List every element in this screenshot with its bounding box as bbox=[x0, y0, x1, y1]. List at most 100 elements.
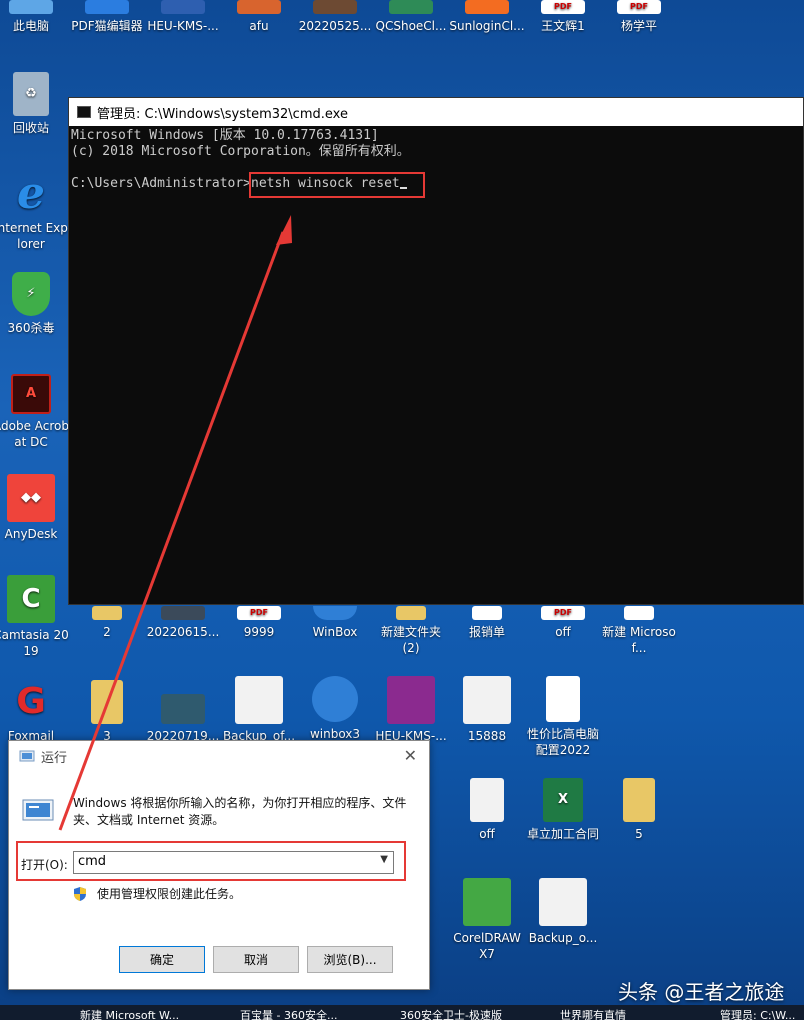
cmd-title-bar[interactable]: 管理员: C:\Windows\system32\cmd.exe bbox=[69, 98, 803, 126]
cancel-button[interactable]: 取消 bbox=[213, 946, 299, 973]
360-shield-icon: ⚡ bbox=[12, 272, 50, 316]
desktop-icon[interactable]: 5 bbox=[601, 778, 677, 842]
run-dialog[interactable]: 运行 ✕ Windows 将根据你所输入的名称，为你打开相应的程序、文件夹、文档… bbox=[8, 740, 430, 990]
desktop-icon[interactable]: afu bbox=[221, 0, 297, 34]
taskbar-item[interactable]: 世界哪有直情 bbox=[560, 1007, 626, 1020]
run-app-icon bbox=[19, 750, 35, 762]
foxmail-icon: G bbox=[16, 681, 46, 722]
desktop-icon[interactable]: 新建文件夹 (2) bbox=[373, 606, 449, 656]
ie-icon: e bbox=[17, 168, 45, 219]
desktop-icon[interactable]: PDF 王文辉1 bbox=[525, 0, 601, 34]
open-input-value: cmd bbox=[78, 854, 107, 869]
excel-icon: X bbox=[543, 778, 583, 822]
ok-button[interactable]: 确定 bbox=[119, 946, 205, 973]
camtasia-icon: C bbox=[7, 575, 55, 623]
desktop-icon[interactable]: PDF off bbox=[525, 606, 601, 640]
desktop-icon[interactable]: 报销单 bbox=[449, 606, 525, 640]
cmd-copyright-line: (c) 2018 Microsoft Corporation。保留所有权利。 bbox=[71, 144, 410, 159]
open-label: 打开(O): bbox=[21, 858, 68, 872]
afu-icon bbox=[237, 0, 281, 14]
folder-icon bbox=[623, 778, 655, 822]
desktop-icon[interactable]: WinBox bbox=[297, 606, 373, 640]
cmd-title: 管理员: C:\Windows\system32\cmd.exe bbox=[97, 106, 348, 122]
desktop-icon[interactable]: Backup_of... bbox=[221, 676, 297, 744]
run-program-icon bbox=[22, 799, 54, 821]
winbox-icon bbox=[312, 676, 358, 722]
desktop-icon-anydesk[interactable]: ◆◆ AnyDesk bbox=[0, 474, 69, 542]
desktop-icon-camtasia[interactable]: C Camtasia 2019 bbox=[0, 575, 69, 659]
desktop-icon[interactable]: CorelDRAW X7 bbox=[449, 878, 525, 962]
open-input[interactable]: cmd ▼ bbox=[73, 851, 394, 874]
sunlogin-icon bbox=[465, 0, 509, 14]
desktop-icon[interactable]: 20220719... bbox=[145, 680, 221, 744]
desktop-icon-acrobat[interactable]: A Adobe Acrobat DC bbox=[0, 374, 69, 450]
run-button-row: 确定 取消 浏览(B)... bbox=[119, 946, 401, 973]
cmd-console[interactable]: Microsoft Windows [版本 10.0.17763.4131] (c… bbox=[69, 126, 803, 192]
close-icon[interactable]: ✕ bbox=[404, 746, 417, 765]
uac-shield-icon bbox=[74, 886, 86, 901]
desktop-icon[interactable]: PDF 9999 bbox=[221, 606, 297, 640]
taskbar-item[interactable]: 管理员: C:\W... bbox=[720, 1007, 795, 1020]
image-file-icon bbox=[161, 694, 205, 724]
computer-icon bbox=[9, 0, 53, 14]
taskbar-item[interactable]: 360安全卫士-极速版 bbox=[400, 1007, 502, 1020]
kms-icon bbox=[161, 0, 205, 14]
screenshot-file-icon bbox=[235, 676, 283, 724]
desktop-icon[interactable]: 20220615... bbox=[145, 606, 221, 640]
qcshoe-icon bbox=[389, 0, 433, 14]
chevron-down-icon[interactable]: ▼ bbox=[380, 854, 388, 865]
desktop-icon[interactable]: QCShoeCl... bbox=[373, 0, 449, 34]
desktop-icon-ie[interactable]: e Internet Explorer bbox=[0, 172, 69, 252]
pdf-file-icon: PDF bbox=[617, 0, 661, 14]
acrobat-icon: A bbox=[11, 374, 51, 414]
cmd-window[interactable]: 管理员: C:\Windows\system32\cmd.exe Microso… bbox=[68, 97, 804, 605]
pdf-file-icon: PDF bbox=[237, 606, 281, 620]
recycle-bin-icon: ♻ bbox=[13, 72, 49, 116]
desktop-icon-foxmail[interactable]: G Foxmail bbox=[0, 680, 69, 744]
desktop-icon[interactable]: X 卓立加工合同 bbox=[525, 778, 601, 842]
desktop-icon[interactable]: PDF猫编辑器 bbox=[69, 0, 145, 34]
desktop-icon[interactable]: off bbox=[449, 778, 525, 842]
folder-icon bbox=[396, 606, 426, 620]
desktop-icon[interactable]: 15888 bbox=[449, 676, 525, 744]
pdf-file-icon: PDF bbox=[541, 606, 585, 620]
desktop-icon-360[interactable]: ⚡ 360杀毒 bbox=[0, 272, 69, 336]
desktop-icon[interactable]: 性价比高电脑配置2022 bbox=[525, 676, 601, 758]
admin-note: 使用管理权限创建此任务。 bbox=[73, 885, 241, 902]
pdf-editor-icon bbox=[85, 0, 129, 14]
desktop-icon[interactable]: 20220525... bbox=[297, 0, 373, 34]
anydesk-icon: ◆◆ bbox=[7, 474, 55, 522]
desktop-icon[interactable]: Backup_o... bbox=[525, 878, 601, 946]
document-icon bbox=[472, 606, 502, 620]
desktop-icon[interactable]: HEU-KMS-... bbox=[145, 0, 221, 34]
folder-icon bbox=[91, 680, 123, 724]
desktop-icon[interactable]: SunloginCl... bbox=[449, 0, 525, 34]
desktop-icon[interactable]: 新建 Microsof... bbox=[601, 606, 677, 656]
winbox-icon bbox=[313, 606, 357, 620]
command-highlight-box bbox=[249, 172, 425, 198]
cmd-input-line: C:\Users\Administrator>netsh winsock res… bbox=[71, 176, 803, 192]
watermark: 头条 @王者之旅途 bbox=[618, 980, 785, 1004]
admin-note-text: 使用管理权限创建此任务。 bbox=[97, 887, 242, 901]
taskbar-item[interactable]: 新建 Microsoft W... bbox=[80, 1007, 179, 1020]
taskbar-item[interactable]: 百宝量 - 360安全... bbox=[240, 1007, 337, 1020]
desktop-icon-recycle-bin[interactable]: ♻ 回收站 bbox=[0, 72, 69, 136]
coreldraw-icon bbox=[463, 878, 511, 926]
desktop-icon[interactable]: PDF 杨学平 bbox=[601, 0, 677, 34]
screenshot-file-icon bbox=[463, 676, 511, 724]
run-title: 运行 bbox=[41, 750, 68, 766]
cmd-app-icon bbox=[77, 106, 91, 118]
desktop-icon[interactable]: 3 bbox=[69, 680, 145, 744]
image-file-icon bbox=[313, 0, 357, 14]
run-description: Windows 将根据你所输入的名称，为你打开相应的程序、文件夹、文档或 Int… bbox=[73, 796, 407, 827]
run-title-bar[interactable]: 运行 ✕ bbox=[9, 741, 429, 771]
screenshot-file-icon bbox=[539, 878, 587, 926]
browse-button[interactable]: 浏览(B)... bbox=[307, 946, 393, 973]
taskbar: 新建 Microsoft W... 百宝量 - 360安全... 360安全卫士… bbox=[0, 1005, 804, 1020]
pdf-file-icon: PDF bbox=[541, 0, 585, 14]
desktop-icon[interactable]: winbox3 bbox=[297, 676, 373, 742]
document-icon bbox=[546, 676, 580, 722]
desktop-icon[interactable]: 2 bbox=[69, 606, 145, 640]
desktop-icon[interactable]: 此电脑 bbox=[0, 0, 69, 34]
desktop-icon[interactable]: HEU-KMS-... bbox=[373, 676, 449, 744]
